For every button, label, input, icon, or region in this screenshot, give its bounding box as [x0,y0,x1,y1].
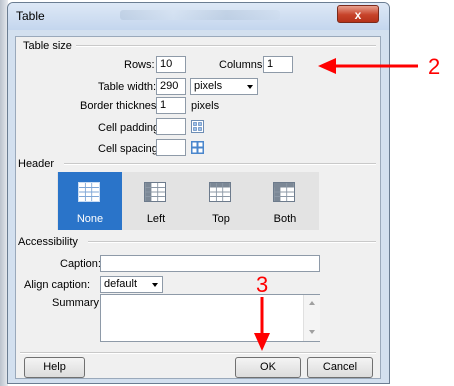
header-both-icon [273,182,295,202]
close-button[interactable]: x [337,5,379,23]
header-option-top[interactable]: Top [189,172,253,230]
header-option-label: Left [146,213,166,225]
background-window-title [120,10,280,20]
help-button[interactable]: Help [24,357,85,378]
close-icon: x [354,8,362,22]
align-caption-select[interactable]: default [100,276,163,293]
summary-scrollbar[interactable] [303,295,320,341]
rows-label: Rows: [124,59,155,71]
header-option-none[interactable]: None [58,172,122,230]
step-3-label: 3 [256,272,269,297]
align-caption-value: default [104,278,138,290]
scroll-down-icon[interactable] [309,330,315,334]
align-caption-label: Align caption: [24,279,91,291]
cell-padding-input[interactable] [156,118,186,135]
annotation-arrow-icon [254,297,270,351]
border-thickness-label: Border thickness: [80,100,165,112]
table-size-divider [72,45,376,47]
header-left-icon [144,182,166,202]
summary-label: Summary: [52,297,103,309]
cell-padding-label: Cell padding: [98,122,163,134]
header-top-icon [209,182,231,202]
cell-spacing-icon [191,141,204,154]
header-divider [64,163,376,165]
chevron-down-icon [247,85,253,89]
cell-padding-icon [191,120,204,133]
table-width-unit-select[interactable]: pixels [190,78,258,95]
border-thickness-input[interactable]: 1 [156,97,186,114]
caption-label: Caption: [60,258,101,270]
step-2-label: 2 [428,54,441,79]
scroll-up-icon[interactable] [309,301,315,305]
header-legend: Header [18,158,59,170]
border-unit-label: pixels [191,100,220,112]
caption-input[interactable] [100,255,320,272]
table-width-input[interactable]: 290 [156,78,186,95]
rows-input[interactable]: 10 [156,56,186,73]
header-option-label: Both [273,213,297,225]
header-option-both[interactable]: Both [253,172,317,230]
columns-input[interactable]: 1 [263,56,293,73]
accessibility-divider [88,241,376,243]
annotation-arrow-icon [318,58,418,74]
accessibility-legend: Accessibility [18,236,82,248]
header-option-left[interactable]: Left [124,172,188,230]
columns-label: Columns: [219,59,266,71]
cell-spacing-input[interactable] [156,139,186,156]
header-none-icon [78,182,100,202]
cell-spacing-label: Cell spacing: [98,143,161,155]
table-width-label: Table width: [98,81,157,93]
summary-textarea[interactable] [100,294,320,342]
header-option-label: Top [212,213,230,225]
dialog-title: Table [16,9,45,23]
footer-divider [20,352,376,354]
table-width-unit-value: pixels [194,80,223,92]
ok-button[interactable]: OK [235,357,301,378]
table-size-legend: Table size [23,40,76,52]
cancel-button[interactable]: Cancel [307,357,373,378]
header-option-label: None [76,213,104,225]
chevron-down-icon [152,283,158,287]
